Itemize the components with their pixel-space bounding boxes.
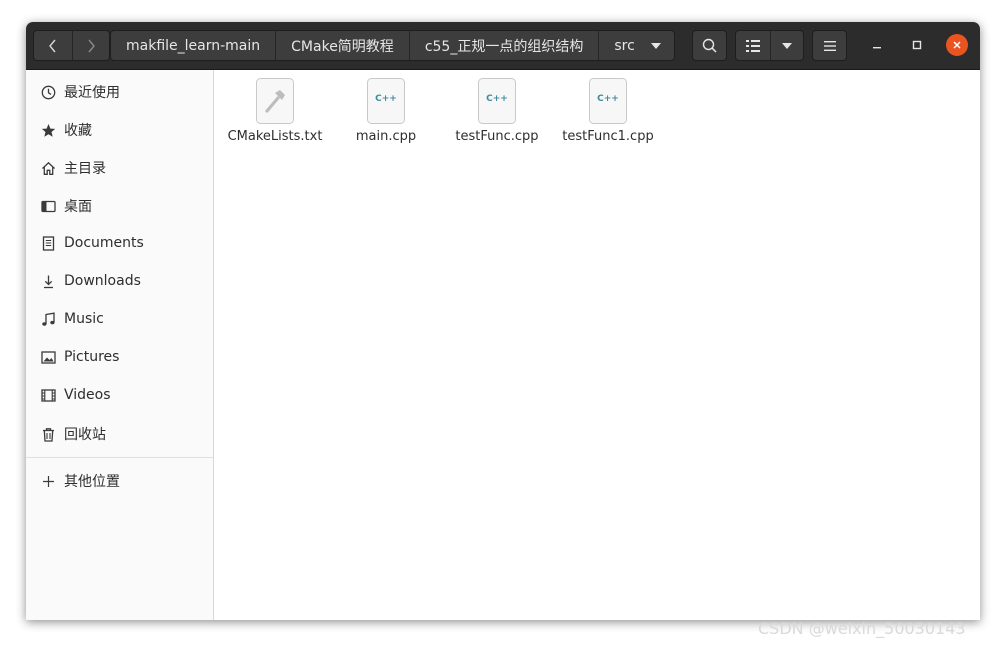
sidebar-item-label: Videos	[64, 387, 111, 403]
file-item-cmakelists[interactable]: CMakeLists.txt	[225, 78, 325, 145]
sidebar-item-label: Pictures	[64, 349, 120, 365]
file-item-testfunc1-cpp[interactable]: C++ testFunc1.cpp	[558, 78, 658, 145]
cpp-file-icon: C++	[589, 78, 627, 124]
caret-down-icon	[650, 42, 661, 49]
file-name: CMakeLists.txt	[227, 129, 323, 144]
file-item-main-cpp[interactable]: C++ main.cpp	[336, 78, 436, 145]
sidebar-item-label: Documents	[64, 235, 144, 251]
document-icon	[40, 235, 56, 251]
cpp-icon-text: C++	[486, 94, 508, 104]
clock-icon	[40, 84, 56, 100]
sidebar-item-label: 回收站	[64, 427, 106, 443]
sidebar-item-other-locations[interactable]: 其他位置	[26, 464, 213, 498]
sidebar-item-music[interactable]: Music	[26, 302, 213, 336]
text-file-icon	[256, 78, 294, 124]
close-button[interactable]	[946, 34, 968, 56]
forward-button[interactable]	[71, 31, 110, 60]
breadcrumb-src-label: src	[614, 37, 635, 54]
breadcrumb-src[interactable]: src	[598, 31, 673, 60]
caret-down-icon	[781, 42, 792, 49]
chevron-left-icon	[48, 39, 56, 52]
view-options-button[interactable]	[769, 31, 804, 60]
menu-button-group	[812, 30, 847, 61]
sidebar-item-label: 最近使用	[64, 85, 120, 101]
star-icon	[40, 122, 56, 138]
desktop-icon	[40, 198, 56, 214]
sidebar-item-desktop[interactable]: 桌面	[26, 189, 213, 223]
file-name: testFunc.cpp	[455, 129, 539, 144]
cpp-file-icon: C++	[478, 78, 516, 124]
breadcrumb-cmake-tutorial[interactable]: CMake简明教程	[275, 31, 409, 60]
search-button[interactable]	[693, 31, 726, 60]
sidebar-item-label: Downloads	[64, 273, 141, 289]
trash-icon	[40, 426, 56, 442]
list-view-icon	[745, 39, 760, 52]
back-button[interactable]	[34, 31, 72, 60]
maximize-icon	[912, 40, 922, 50]
file-name: testFunc1.cpp	[562, 129, 654, 144]
search-button-group	[692, 30, 727, 61]
list-view-button[interactable]	[736, 31, 770, 60]
sidebar-item-label: 其他位置	[64, 474, 120, 490]
path-bar: makfile_learn-main CMake简明教程 c55_正规一点的组织…	[110, 30, 675, 61]
home-icon	[40, 160, 56, 176]
video-icon	[40, 387, 56, 403]
sidebar-item-label: 桌面	[64, 199, 92, 215]
cpp-file-icon: C++	[367, 78, 405, 124]
file-manager-window: makfile_learn-main CMake简明教程 c55_正规一点的组织…	[26, 22, 980, 620]
sidebar-item-starred[interactable]: 收藏	[26, 113, 213, 147]
main-menu-button[interactable]	[813, 31, 846, 60]
sidebar-item-videos[interactable]: Videos	[26, 378, 213, 412]
watermark: CSDN @weixin_50030143	[758, 619, 966, 638]
sidebar-item-trash[interactable]: 回收站	[26, 417, 213, 451]
sidebar-item-pictures[interactable]: Pictures	[26, 340, 213, 374]
minimize-icon	[873, 47, 881, 49]
sidebar-item-label: 收藏	[64, 123, 92, 139]
hamburger-menu-icon	[823, 40, 836, 51]
plus-icon	[40, 473, 56, 489]
header-bar: makfile_learn-main CMake简明教程 c55_正规一点的组织…	[26, 22, 980, 70]
breadcrumb-makfile-learn-main[interactable]: makfile_learn-main	[111, 31, 275, 60]
chevron-right-icon	[88, 39, 95, 52]
sidebar-item-label: Music	[64, 311, 104, 327]
music-icon	[40, 311, 56, 327]
download-icon	[40, 273, 56, 289]
file-name: main.cpp	[355, 129, 417, 144]
sidebar-divider	[26, 457, 213, 458]
sidebar-item-recent[interactable]: 最近使用	[26, 75, 213, 109]
sidebar-item-documents[interactable]: Documents	[26, 226, 213, 260]
search-icon	[702, 38, 717, 53]
breadcrumb-c55[interactable]: c55_正规一点的组织结构	[408, 31, 599, 60]
picture-icon	[40, 349, 56, 365]
sidebar-item-home[interactable]: 主目录	[26, 151, 213, 185]
navigation-buttons	[33, 30, 110, 61]
file-view: CMakeLists.txt C++ main.cpp C++ testFunc…	[215, 70, 980, 620]
sidebar-item-label: 主目录	[64, 161, 106, 177]
maximize-button[interactable]	[906, 34, 928, 56]
cpp-icon-text: C++	[375, 94, 397, 104]
view-button-group	[735, 30, 804, 61]
cpp-icon-text: C++	[597, 94, 619, 104]
minimize-button[interactable]	[866, 34, 888, 56]
file-item-testfunc-cpp[interactable]: C++ testFunc.cpp	[447, 78, 547, 145]
close-icon	[953, 41, 961, 49]
sidebar-item-downloads[interactable]: Downloads	[26, 264, 213, 298]
sidebar: 最近使用 收藏 主目录 桌面 Documents Downloads Music…	[26, 70, 214, 620]
